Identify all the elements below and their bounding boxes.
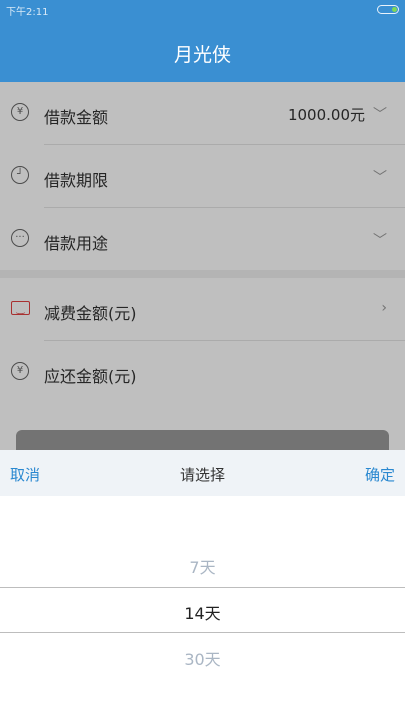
picker-option[interactable]: 30天 (0, 646, 405, 670)
page-title: 月光侠 (173, 44, 231, 66)
modal-overlay[interactable] (0, 82, 405, 450)
term-picker[interactable]: 7天 14天 30天 (0, 496, 405, 711)
app-header: 月光侠 (0, 20, 405, 82)
battery-icon (377, 5, 399, 14)
status-bar: 下午2:11 (0, 0, 405, 20)
picker-toolbar: 取消 请选择 确定 (0, 450, 405, 496)
status-time: 下午2:11 (6, 7, 49, 18)
picker-option-selected[interactable]: 14天 (0, 600, 405, 624)
selection-line-bottom (0, 632, 405, 633)
picker-title: 请选择 (179, 466, 225, 484)
selection-line-top (0, 587, 405, 588)
confirm-button[interactable]: 确定 (365, 464, 395, 485)
picker-option[interactable]: 7天 (0, 554, 405, 578)
